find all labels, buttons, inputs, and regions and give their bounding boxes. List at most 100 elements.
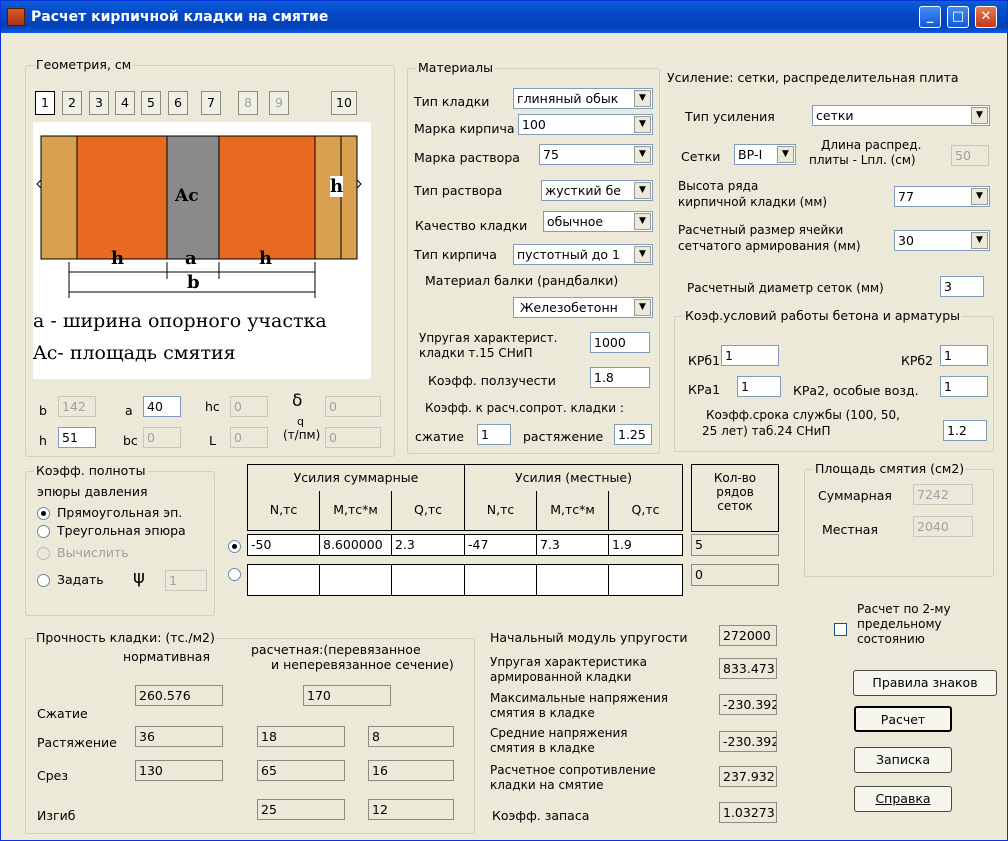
set-radio[interactable] [37, 574, 50, 587]
service-life-label-1: Коэфф.срока службы (100, 50, [706, 408, 900, 422]
delta-field[interactable]: 0 [325, 396, 381, 417]
sign-rules-button[interactable]: Правила знаков [853, 670, 997, 696]
strength-tension-normative[interactable]: 36 [135, 726, 223, 747]
kpa1-field[interactable]: 1 [737, 376, 781, 397]
tab-2[interactable]: 2 [62, 91, 82, 115]
max-stress-field[interactable]: -230.392 [719, 694, 777, 715]
bc-field[interactable]: 0 [143, 427, 181, 448]
caption-a: a - ширина опорного участка [33, 310, 327, 332]
tab-4[interactable]: 4 [115, 91, 135, 115]
maximize-button[interactable]: □ [947, 6, 969, 28]
close-button[interactable]: ✕ [975, 6, 997, 28]
design-res-field[interactable]: 237.932 [719, 766, 777, 787]
tab-10[interactable]: 10 [331, 91, 357, 115]
b-field[interactable]: 142 [58, 396, 96, 417]
strength-row-compression-label: Сжатие [37, 706, 88, 721]
strength-compression-design[interactable]: 170 [303, 685, 391, 706]
tab-6[interactable]: 6 [168, 91, 188, 115]
mortar-type-select[interactable]: жусткий бе ▼ [541, 180, 653, 201]
L-label: L [209, 433, 216, 448]
forces-row-2-radio[interactable] [228, 568, 241, 581]
q-field[interactable]: 0 [325, 427, 381, 448]
forces-row-2-m-local[interactable] [536, 564, 609, 596]
tri-diagram-radio[interactable] [37, 525, 50, 538]
L-field[interactable]: 0 [230, 427, 268, 448]
calculate-button[interactable]: Расчет [854, 706, 952, 732]
mesh-diameter-field[interactable]: 3 [940, 276, 984, 297]
conditions-group-label: Коэф.условий работы бетона и арматуры [683, 308, 963, 323]
h-field[interactable]: 51 [58, 427, 96, 448]
calc-label: Вычислить [57, 545, 129, 560]
compression-coef-field[interactable]: 1 [477, 424, 511, 445]
mesh-rows-field-1[interactable]: 5 [691, 534, 779, 556]
forces-row-1-m-local[interactable]: 7.3 [536, 534, 609, 556]
forces-row-2-q-local[interactable] [608, 564, 683, 596]
normative-label: нормативная [123, 649, 210, 664]
hc-field[interactable]: 0 [230, 396, 268, 417]
forces-row-1-n-sum[interactable]: -50 [247, 534, 320, 556]
modulus-field[interactable]: 272000 [719, 625, 777, 646]
masonry-type-select[interactable]: глиняный обык ▼ [513, 88, 653, 109]
psi-field[interactable]: 1 [165, 570, 207, 591]
a-field[interactable]: 40 [143, 396, 181, 417]
tab-9[interactable]: 9 [269, 91, 289, 115]
help-button[interactable]: Справка [854, 786, 952, 812]
beam-material-select[interactable]: Железобетонн ▼ [513, 297, 653, 318]
strength-bending-design-2[interactable]: 12 [368, 799, 454, 820]
strength-tension-design-2[interactable]: 8 [368, 726, 454, 747]
reinforcement-type-select[interactable]: сетки ▼ [812, 105, 990, 126]
kpa2-field[interactable]: 1 [940, 376, 988, 397]
strength-shear-design-2[interactable]: 16 [368, 760, 454, 781]
rect-diagram-radio[interactable] [37, 507, 50, 520]
tab-5[interactable]: 5 [141, 91, 161, 115]
forces-row-1-radio[interactable] [228, 540, 241, 553]
kpb1-field[interactable]: 1 [721, 345, 779, 366]
tab-7[interactable]: 7 [201, 91, 221, 115]
beam-material-value: Железобетонн [520, 300, 618, 315]
calc-radio[interactable] [37, 547, 50, 560]
second-state-checkbox[interactable] [834, 623, 847, 636]
strength-compression-normative[interactable]: 260.576 [135, 685, 223, 706]
mortar-grade-select[interactable]: 75 ▼ [539, 144, 653, 165]
forces-row-2-q-sum[interactable] [391, 564, 465, 596]
chevron-down-icon: ▼ [634, 116, 651, 133]
tab-3[interactable]: 3 [89, 91, 109, 115]
area-local-field[interactable]: 2040 [913, 516, 973, 537]
forces-row-2-n-local[interactable] [464, 564, 537, 596]
cell-size-select[interactable]: 30 ▼ [894, 230, 990, 251]
strength-group-label: Прочность кладки: (тс./м2) [34, 630, 217, 645]
avg-stress-field[interactable]: -230.392 [719, 731, 777, 752]
mesh-select[interactable]: ВР-I ▼ [734, 144, 796, 165]
strength-bending-design-1[interactable]: 25 [257, 799, 345, 820]
area-total-field[interactable]: 7242 [913, 484, 973, 505]
elastic-field[interactable]: 1000 [590, 332, 650, 353]
forces-row-2-n-sum[interactable] [247, 564, 320, 596]
safety-field[interactable]: 1.03273 [719, 802, 777, 823]
note-button[interactable]: Записка [854, 747, 952, 773]
service-life-field[interactable]: 1.2 [943, 420, 987, 441]
dim-a-label: a [185, 248, 197, 269]
forces-row-1-q-local[interactable]: 1.9 [608, 534, 683, 556]
brick-type-select[interactable]: пустотный до 1 ▼ [513, 244, 653, 265]
plate-length-field[interactable]: 50 [951, 145, 989, 166]
mesh-rows-field-2[interactable]: 0 [691, 564, 779, 586]
forces-row-1-q-sum[interactable]: 2.3 [391, 534, 465, 556]
forces-row-1-n-local[interactable]: -47 [464, 534, 537, 556]
strength-shear-design-1[interactable]: 65 [257, 760, 345, 781]
tab-1[interactable]: 1 [35, 91, 55, 115]
brick-grade-select[interactable]: 100 ▼ [518, 114, 653, 135]
forces-row-1-m-sum[interactable]: 8.600000 [319, 534, 392, 556]
minimize-button[interactable]: _ [919, 6, 941, 28]
tab-8[interactable]: 8 [238, 91, 258, 115]
row-height-select[interactable]: 77 ▼ [894, 186, 990, 207]
creep-field[interactable]: 1.8 [590, 367, 650, 388]
quality-select[interactable]: обычное ▼ [543, 211, 653, 232]
kpb2-field[interactable]: 1 [940, 345, 988, 366]
forces-row-2-m-sum[interactable] [319, 564, 392, 596]
mortar-type-value: жусткий бе [545, 183, 621, 198]
strength-tension-design-1[interactable]: 18 [257, 726, 345, 747]
tension-coef-field[interactable]: 1.25 [614, 424, 652, 445]
elastic-arm-field[interactable]: 833.473 [719, 658, 777, 679]
strength-shear-normative[interactable]: 130 [135, 760, 223, 781]
creep-label: Коэфф. ползучести [428, 373, 556, 388]
